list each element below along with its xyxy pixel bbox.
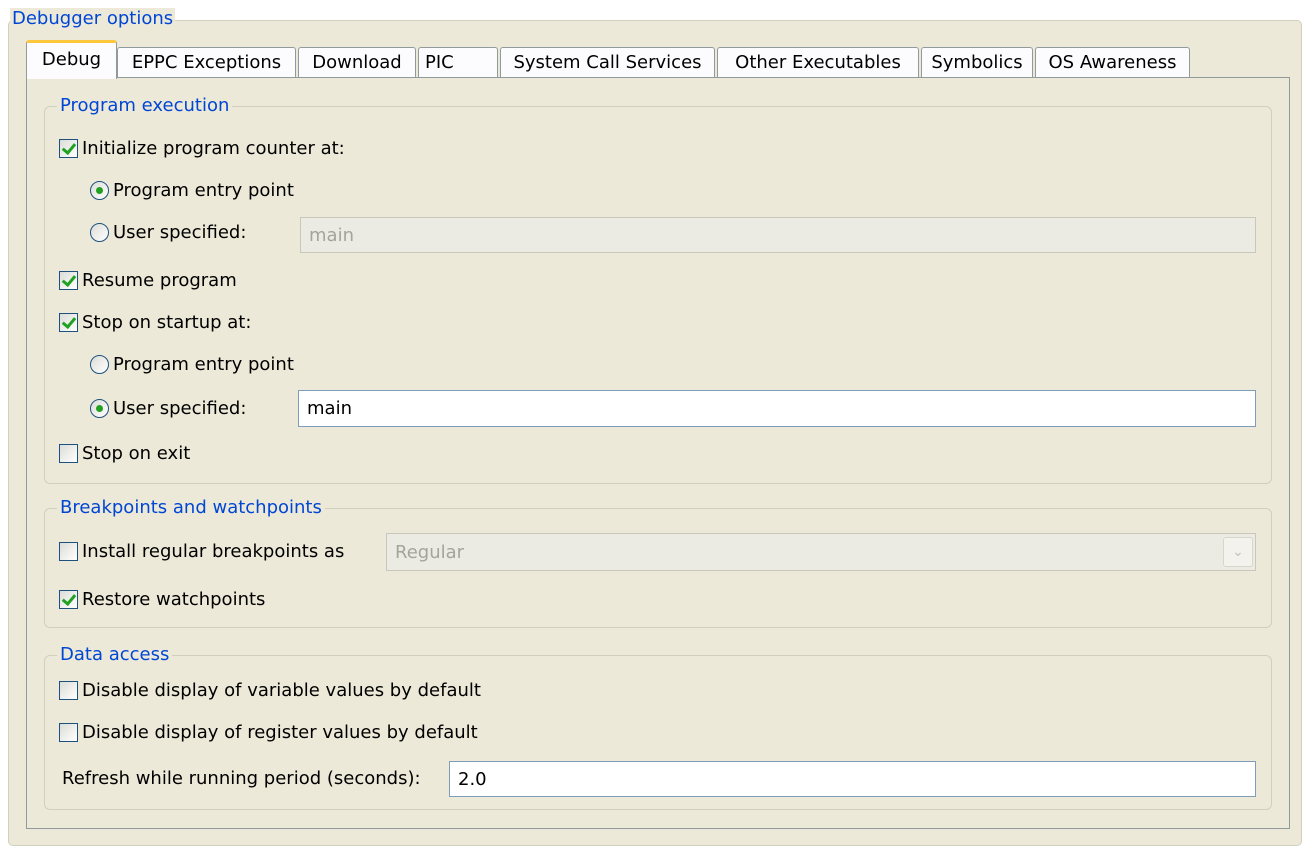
tab-eppc-exceptions[interactable]: EPPC Exceptions: [117, 47, 296, 77]
stop-user-radio[interactable]: [90, 398, 109, 418]
disable-vars-label: Disable display of variable values by de…: [82, 679, 481, 701]
tab-os-awareness[interactable]: OS Awareness: [1035, 47, 1190, 77]
restore-watchpoints-checkbox[interactable]: [59, 589, 78, 609]
breakpoint-type-select[interactable]: Regular ⌄: [386, 533, 1256, 571]
program-execution-title: Program execution: [57, 95, 233, 117]
tab-debug[interactable]: Debug: [26, 40, 117, 79]
init-user-label: User specified:: [113, 221, 247, 243]
data-access-title: Data access: [57, 644, 173, 666]
init-pc-option[interactable]: Initialize program counter at:: [59, 135, 345, 161]
breakpoint-type-value: Regular: [395, 541, 465, 563]
stop-exit-label: Stop on exit: [82, 442, 191, 464]
disable-vars-option[interactable]: Disable display of variable values by de…: [59, 677, 481, 703]
resume-option[interactable]: Resume program: [59, 267, 237, 293]
debugger-options-title: Debugger options: [10, 8, 176, 30]
restore-watchpoints-label: Restore watchpoints: [82, 588, 266, 610]
init-entry-label: Program entry point: [113, 179, 294, 201]
stop-user-label: User specified:: [113, 397, 247, 419]
stop-exit-option[interactable]: Stop on exit: [59, 440, 190, 466]
breakpoints-title: Breakpoints and watchpoints: [57, 497, 325, 519]
tab-symbolics[interactable]: Symbolics: [921, 47, 1033, 77]
stop-entry-radio[interactable]: [90, 354, 109, 374]
init-pc-label: Initialize program counter at:: [82, 137, 345, 159]
stop-user-field[interactable]: main: [298, 390, 1256, 427]
resume-label: Resume program: [82, 269, 237, 291]
init-entry-option[interactable]: Program entry point: [90, 177, 294, 203]
init-entry-radio[interactable]: [90, 180, 109, 200]
tab-other-executables[interactable]: Other Executables: [717, 47, 919, 77]
chevron-down-icon[interactable]: ⌄: [1223, 537, 1253, 567]
stop-entry-label: Program entry point: [113, 353, 294, 375]
stop-user-option[interactable]: User specified:: [90, 395, 246, 421]
disable-regs-option[interactable]: Disable display of register values by de…: [59, 719, 478, 745]
stop-startup-label: Stop on startup at:: [82, 311, 252, 333]
refresh-label: Refresh while running period (seconds):: [62, 767, 421, 789]
program-execution-group: [44, 106, 1272, 484]
tab-download[interactable]: Download: [298, 47, 416, 77]
init-user-radio[interactable]: [90, 222, 109, 242]
tab-system-call-services[interactable]: System Call Services: [500, 47, 715, 77]
disable-regs-label: Disable display of register values by de…: [82, 721, 478, 743]
disable-vars-checkbox[interactable]: [59, 680, 78, 700]
restore-watchpoints-option[interactable]: Restore watchpoints: [59, 586, 265, 612]
install-breakpoints-label: Install regular breakpoints as: [82, 540, 345, 562]
init-user-field[interactable]: main: [300, 217, 1256, 253]
init-pc-checkbox[interactable]: [59, 138, 78, 158]
stop-exit-checkbox[interactable]: [59, 443, 78, 463]
stop-entry-option[interactable]: Program entry point: [90, 351, 294, 377]
stop-startup-option[interactable]: Stop on startup at:: [59, 309, 251, 335]
stop-startup-checkbox[interactable]: [59, 312, 78, 332]
refresh-period-field[interactable]: 2.0: [449, 761, 1256, 797]
resume-checkbox[interactable]: [59, 270, 78, 290]
disable-regs-checkbox[interactable]: [59, 722, 78, 742]
tab-pic[interactable]: PIC: [418, 47, 498, 77]
install-breakpoints-option[interactable]: Install regular breakpoints as: [59, 538, 344, 564]
init-user-option[interactable]: User specified:: [90, 219, 246, 245]
install-breakpoints-checkbox[interactable]: [59, 541, 78, 561]
